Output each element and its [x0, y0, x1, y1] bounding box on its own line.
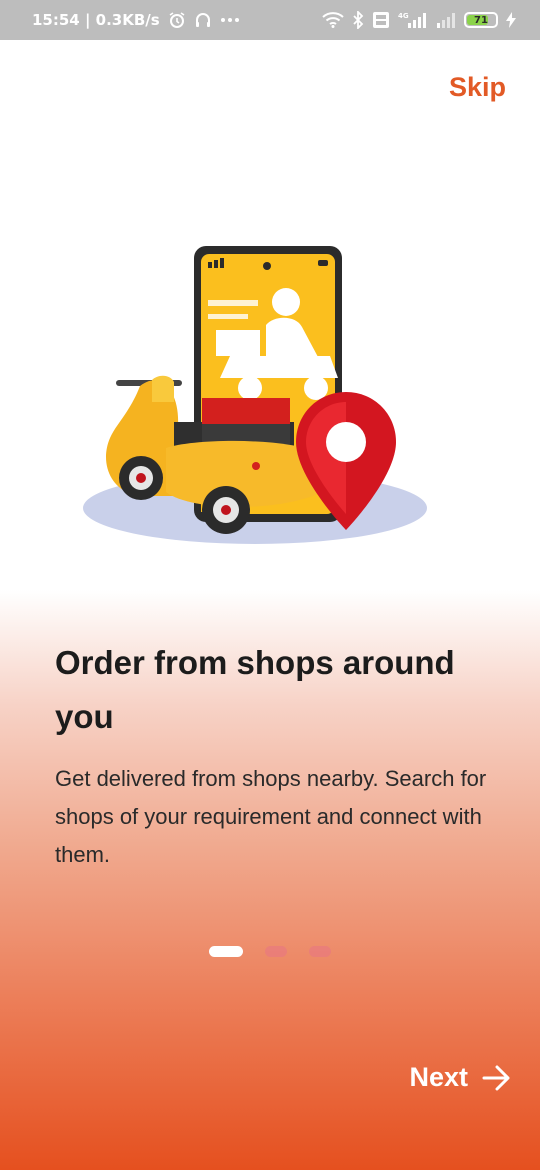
- headset-icon: [194, 11, 212, 29]
- page-dot: [265, 946, 287, 957]
- status-time-speed: 15:54 | 0.3KB/s: [32, 11, 160, 29]
- bluetooth-icon: [352, 11, 364, 29]
- battery-icon: 71: [464, 12, 498, 28]
- network-type: 4G: [398, 12, 409, 20]
- delivery-illustration: [70, 230, 450, 560]
- page-dot: [309, 946, 331, 957]
- more-icon: [220, 17, 240, 23]
- onboarding-title: Order from shops around you: [55, 644, 455, 735]
- status-bar: 15:54 | 0.3KB/s 4G 71: [0, 0, 540, 40]
- arrow-right-icon: [482, 1065, 510, 1090]
- status-left: 15:54 | 0.3KB/s: [32, 11, 240, 29]
- signal-2-icon: [436, 11, 456, 29]
- alarm-icon: [168, 11, 186, 29]
- status-right: 4G 71: [322, 11, 516, 29]
- onboarding-description: Get delivered from shops nearby. Search …: [55, 766, 487, 867]
- charging-icon: [506, 12, 516, 28]
- page-indicator: [209, 946, 331, 957]
- battery-level: 71: [474, 14, 488, 26]
- wifi-icon: [322, 12, 344, 28]
- skip-button[interactable]: Skip: [449, 72, 506, 103]
- signal-icon: 4G: [398, 11, 428, 29]
- next-label: Next: [409, 1062, 468, 1092]
- next-button[interactable]: Next: [409, 1062, 512, 1093]
- page-dot-active: [209, 946, 243, 957]
- volte-icon: [372, 11, 390, 29]
